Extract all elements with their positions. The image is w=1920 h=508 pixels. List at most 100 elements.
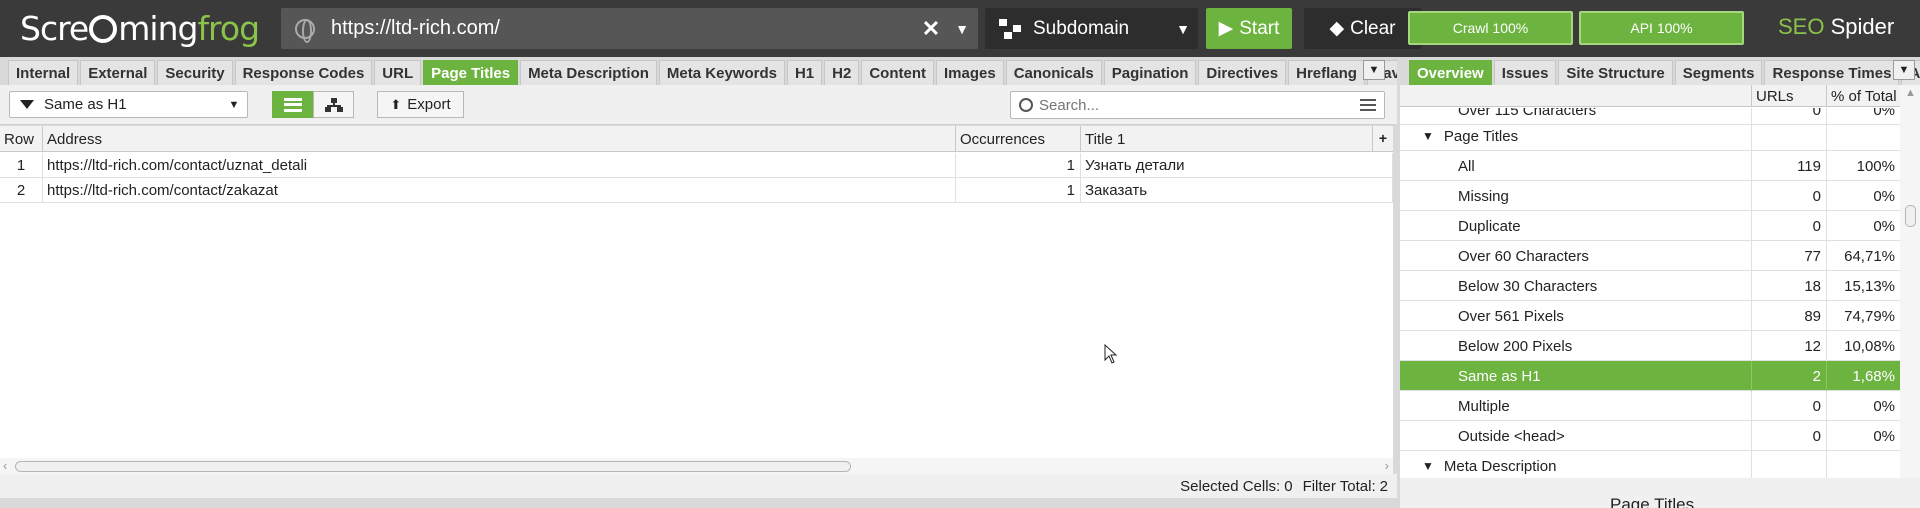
column-header-address[interactable]: Address	[43, 126, 956, 152]
url-input[interactable]: https://ltd-rich.com/	[331, 17, 916, 40]
add-column-icon[interactable]: +	[1379, 130, 1387, 146]
subdomain-icon	[999, 18, 1021, 39]
overview-tab-site-structure[interactable]: Site Structure	[1558, 60, 1673, 85]
api-progress: API 100%	[1579, 11, 1744, 45]
overview-filter-row[interactable]: Below 200 Pixels 12 10,08%	[1400, 331, 1900, 361]
vertical-scrollbar-thumb[interactable]	[1905, 205, 1916, 227]
clear-label: Clear	[1350, 17, 1396, 39]
cell-occurrences[interactable]: 1	[956, 178, 1081, 203]
export-button[interactable]: ⬆ Export	[377, 91, 464, 118]
filter-total-label: Filter Total:	[1302, 477, 1376, 495]
overview-pct-cell: 64,71%	[1826, 241, 1900, 271]
seo-spider-brand: SEO Spider	[1778, 14, 1894, 40]
search-box[interactable]	[1010, 91, 1385, 119]
tab-response-codes[interactable]: Response Codes	[234, 60, 373, 85]
overview-tab-issues[interactable]: Issues	[1493, 60, 1557, 85]
column-header-urls[interactable]: URLs	[1751, 85, 1826, 107]
tab-images[interactable]: Images	[936, 60, 1004, 85]
overview-row-label: Below 30 Characters	[1458, 277, 1598, 295]
more-overview-tabs-dropdown[interactable]: ▼	[1893, 60, 1915, 80]
vertical-scrollbar[interactable]: ▲	[1900, 85, 1920, 478]
cell-address[interactable]: https://ltd-rich.com/contact/zakazat	[43, 178, 956, 203]
filter-select[interactable]: Same as H1 ▼	[9, 91, 248, 118]
overview-filter-row[interactable]: Below 30 Characters 18 15,13%	[1400, 271, 1900, 301]
cell-occurrences[interactable]: 1	[956, 153, 1081, 178]
expand-triangle-icon[interactable]: ▼	[1422, 459, 1434, 473]
tab-external[interactable]: External	[80, 60, 156, 85]
tab-h2[interactable]: H2	[824, 60, 860, 85]
cell-title[interactable]: Заказать	[1081, 178, 1393, 203]
tab-hreflang[interactable]: Hreflang	[1288, 60, 1365, 85]
scroll-up-icon[interactable]: ▲	[1905, 87, 1916, 99]
overview-filter-row[interactable]: Same as H1 2 1,68%	[1400, 361, 1900, 391]
tab-canonicals[interactable]: Canonicals	[1005, 60, 1102, 85]
tab-h1[interactable]: H1	[786, 60, 823, 85]
start-label: Start	[1239, 17, 1280, 39]
search-input[interactable]	[1039, 96, 1360, 114]
column-header-occurrences[interactable]: Occurrences	[956, 126, 1081, 152]
overview-filter-row[interactable]: Duplicate 0 0%	[1400, 211, 1900, 241]
overview-filter-row[interactable]: Outside <head> 0 0%	[1400, 421, 1900, 451]
overview-pct-cell	[1826, 121, 1900, 151]
expand-triangle-icon[interactable]: ▼	[1422, 129, 1434, 143]
chevron-down-icon: ▼	[1176, 20, 1190, 37]
overview-tab-overview[interactable]: Overview	[1409, 60, 1492, 85]
more-tabs-dropdown[interactable]: ▼	[1363, 60, 1385, 80]
overview-row-label: Same as H1	[1458, 367, 1541, 385]
tab-pagination[interactable]: Pagination	[1103, 60, 1197, 85]
overview-row-label-cell: ▼ Page Titles	[1400, 121, 1518, 151]
overview-filter-row[interactable]: Multiple 0 0%	[1400, 391, 1900, 421]
overview-filter-row[interactable]: Over 60 Characters 77 64,71%	[1400, 241, 1900, 271]
overview-urls-cell: 89	[1751, 301, 1826, 331]
table-row[interactable]: 1 https://ltd-rich.com/contact/uznat_deta…	[0, 153, 1393, 178]
list-view-button[interactable]	[272, 91, 313, 118]
tree-view-button[interactable]	[313, 91, 354, 118]
overview-group-row[interactable]: ▼ Meta Description	[1400, 451, 1900, 481]
clear-url-icon[interactable]: ✕	[916, 16, 946, 42]
start-button[interactable]: ▶ Start	[1206, 8, 1292, 49]
overview-group-row[interactable]: ▼ Page Titles	[1400, 121, 1900, 151]
tab-meta-keywords[interactable]: Meta Keywords	[658, 60, 785, 85]
scrollbar-thumb[interactable]	[15, 461, 851, 472]
url-history-chevron-icon[interactable]: ▼	[946, 21, 978, 37]
cell-row[interactable]: 1	[0, 153, 43, 178]
search-options-icon[interactable]	[1360, 99, 1376, 111]
horizontal-scrollbar[interactable]: ‹ ›	[0, 458, 1393, 474]
selected-cells-value: 0	[1284, 477, 1293, 495]
scroll-right-icon[interactable]: ›	[1385, 458, 1389, 473]
tab-meta-description[interactable]: Meta Description	[520, 60, 657, 85]
cell-row[interactable]: 2	[0, 178, 43, 203]
overview-row-label-cell: Over 561 Pixels	[1400, 301, 1564, 331]
overview-tab-segments[interactable]: Segments	[1674, 60, 1763, 85]
url-bar[interactable]: https://ltd-rich.com/ ✕ ▼	[281, 8, 978, 49]
tab-content[interactable]: Content	[861, 60, 934, 85]
overview-tabs: Overview Issues Site Structure Segments Resp…	[1397, 57, 1920, 85]
tab-directives[interactable]: Directives	[1198, 60, 1287, 85]
cell-address[interactable]: https://ltd-rich.com/contact/uznat_detal…	[43, 153, 956, 178]
overview-row-label-cell: Same as H1	[1400, 361, 1541, 391]
crawl-mode-select[interactable]: Subdomain ▼	[985, 8, 1198, 49]
clear-button[interactable]: ◆ Clear	[1304, 8, 1421, 49]
overview-tab-response-times[interactable]: Response Times	[1764, 60, 1900, 85]
tab-internal[interactable]: Internal	[8, 60, 79, 85]
tab-url[interactable]: URL	[374, 60, 422, 85]
overview-pct-cell: 0%	[1826, 211, 1900, 241]
play-icon: ▶	[1218, 18, 1234, 39]
scroll-left-icon[interactable]: ‹	[3, 458, 7, 473]
overview-filter-row[interactable]: All 119 100%	[1400, 151, 1900, 181]
table-row[interactable]: 2 https://ltd-rich.com/contact/zakazat 1 За…	[0, 178, 1393, 203]
search-icon	[1019, 98, 1033, 112]
tab-security[interactable]: Security	[157, 60, 233, 85]
overview-row-label: Missing	[1458, 187, 1509, 205]
eraser-icon: ◆	[1329, 18, 1345, 39]
overview-pct-cell: 0%	[1826, 181, 1900, 211]
column-header-row[interactable]: Row	[0, 126, 43, 152]
bottom-divider	[0, 498, 1397, 508]
tab-page-titles[interactable]: Page Titles	[423, 60, 519, 85]
overview-filter-row[interactable]: Missing 0 0%	[1400, 181, 1900, 211]
overview-filter-row[interactable]: Over 561 Pixels 89 74,79%	[1400, 301, 1900, 331]
cell-title[interactable]: Узнать детали	[1081, 153, 1393, 178]
column-header-pct-total[interactable]: % of Total	[1826, 85, 1900, 107]
column-header-title-1[interactable]: Title 1	[1081, 126, 1373, 152]
export-label: Export	[407, 96, 451, 113]
